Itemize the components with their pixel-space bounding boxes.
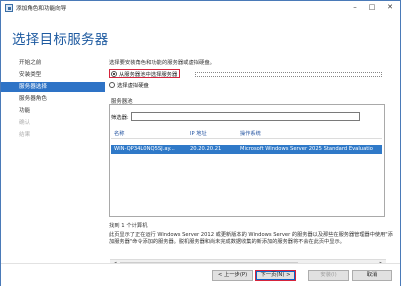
- column-header-name[interactable]: 名称: [114, 130, 124, 137]
- found-count: 找到 1 个计算机: [109, 223, 148, 229]
- wizard-window: 添加角色和功能向导 – □ ✕ 选择目标服务器 开始之前 安装类型 服务器选择 …: [0, 0, 401, 286]
- filter-row: 筛选器:: [111, 112, 360, 121]
- minimize-icon[interactable]: –: [346, 1, 364, 14]
- wizard-nav: 开始之前 安装类型 服务器选择 服务器角色 功能 确认 结果: [1, 53, 105, 233]
- radio-unselected-icon[interactable]: [109, 81, 115, 88]
- server-ip-cell: 20.20.20.21: [190, 146, 222, 152]
- window-title: 添加角色和功能向导: [16, 6, 67, 12]
- maximize-icon[interactable]: □: [363, 1, 381, 14]
- nav-item-server-selection[interactable]: 服务器选择: [1, 82, 105, 92]
- filter-input[interactable]: [130, 112, 360, 121]
- nav-item-features[interactable]: 功能: [1, 106, 105, 116]
- column-header-os[interactable]: 操作系统: [240, 130, 261, 137]
- title-bar: 添加角色和功能向导 – □ ✕: [1, 1, 400, 15]
- install-button: 安装(I): [308, 270, 349, 281]
- radio-server-pool-label: 从服务器池中选择服务器: [119, 71, 178, 78]
- nav-item-installation-type[interactable]: 安装类型: [1, 70, 105, 80]
- table-header: 名称 IP 地址 操作系统: [111, 129, 382, 139]
- button-bar: < 上一步(P) 下一页(N) > 安装(I) 取消: [1, 263, 400, 286]
- nav-item-results: 结果: [19, 132, 31, 138]
- server-os-cell: Microsoft Windows Server 2025 Standard E…: [240, 146, 373, 152]
- page-header: 选择目标服务器: [1, 15, 400, 53]
- radio-selected-icon[interactable]: [111, 70, 117, 77]
- page-title: 选择目标服务器: [12, 32, 109, 48]
- column-header-ip[interactable]: IP 地址: [190, 130, 207, 137]
- next-button[interactable]: 下一页(N) >: [255, 270, 296, 281]
- server-manager-icon: [5, 4, 13, 12]
- focus-outline: [195, 72, 382, 77]
- radio-server-pool-option[interactable]: 从服务器池中选择服务器: [109, 69, 181, 78]
- radio-vhd-label: 选择虚拟硬盘: [117, 82, 149, 89]
- main-content: 选择要安装角色和功能的服务器或虚拟硬盘。 从服务器池中选择服务器 选择虚拟硬盘 …: [109, 53, 394, 269]
- instruction-text: 选择要安装角色和功能的服务器或虚拟硬盘。: [109, 60, 215, 66]
- radio-vhd-option[interactable]: 选择虚拟硬盘: [109, 80, 149, 89]
- nav-item-server-roles[interactable]: 服务器角色: [1, 94, 105, 104]
- filter-label: 筛选器:: [111, 114, 129, 121]
- nav-item-confirmation: 确认: [19, 120, 31, 126]
- cancel-button[interactable]: 取消: [352, 270, 392, 281]
- info-note: 此页显示了正在运行 Windows Server 2012 或更新版本的 Win…: [109, 232, 393, 246]
- nav-item-before-you-begin[interactable]: 开始之前: [1, 58, 105, 68]
- server-table: 名称 IP 地址 操作系统 WIN-QP34L0NQ5SJ.ay... 20.2…: [111, 129, 382, 154]
- previous-button[interactable]: < 上一步(P): [212, 270, 253, 281]
- server-name-cell: WIN-QP34L0NQ5SJ.ay...: [114, 146, 175, 152]
- close-icon[interactable]: ✕: [381, 1, 399, 14]
- table-row[interactable]: WIN-QP34L0NQ5SJ.ay... 20.20.20.21 Micros…: [111, 145, 382, 154]
